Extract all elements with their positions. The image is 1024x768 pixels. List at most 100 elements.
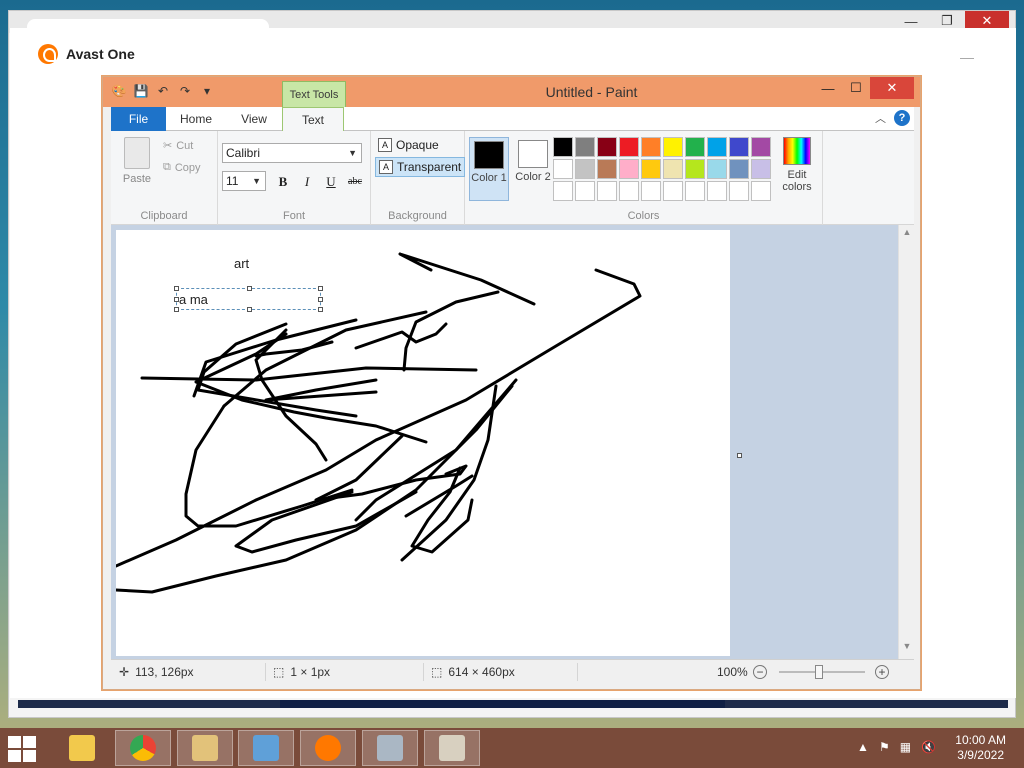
- taskbar-file-explorer[interactable]: [54, 730, 110, 766]
- show-hidden-icons-icon[interactable]: ▲: [857, 740, 869, 754]
- taskbar-paint[interactable]: [424, 730, 480, 766]
- underline-button[interactable]: U: [322, 173, 340, 191]
- color-2-swatch: [518, 140, 548, 168]
- palette-color-swatch[interactable]: [685, 181, 705, 201]
- resize-handle[interactable]: [174, 307, 179, 312]
- paint-window-title: Untitled - Paint: [545, 84, 638, 100]
- system-clock[interactable]: 10:00 AM 3/9/2022: [955, 733, 1006, 763]
- palette-color-swatch[interactable]: [707, 137, 727, 157]
- action-center-flag-icon[interactable]: ⚑: [879, 740, 890, 754]
- palette-color-swatch[interactable]: [663, 159, 683, 179]
- font-group: Calibri ▼ 11 ▼ B I U abc Font: [218, 131, 371, 225]
- hxd-icon: [192, 735, 218, 761]
- avast-minimize-icon[interactable]: [960, 58, 974, 59]
- palette-color-swatch[interactable]: [685, 159, 705, 179]
- help-icon[interactable]: ?: [894, 110, 910, 126]
- resize-handle[interactable]: [318, 286, 323, 291]
- palette-color-swatch[interactable]: [619, 137, 639, 157]
- vertical-scrollbar[interactable]: ▲ ▼: [898, 225, 914, 659]
- text-input-box[interactable]: a ma: [174, 286, 323, 312]
- resize-handle[interactable]: [318, 307, 323, 312]
- scroll-up-icon[interactable]: ▲: [899, 227, 914, 243]
- taskbar-hxd[interactable]: [177, 730, 233, 766]
- close-icon[interactable]: ✕: [870, 77, 914, 99]
- zoom-in-icon[interactable]: +: [875, 665, 889, 679]
- transparent-button[interactable]: A Transparent: [375, 157, 466, 177]
- copy-button[interactable]: ⧉ Copy: [163, 161, 201, 174]
- palette-color-swatch[interactable]: [641, 159, 661, 179]
- resize-handle[interactable]: [174, 286, 179, 291]
- palette-color-swatch[interactable]: [707, 159, 727, 179]
- windows-logo-icon: [23, 736, 36, 748]
- paste-button[interactable]: Paste: [119, 137, 155, 185]
- palette-color-swatch[interactable]: [575, 137, 595, 157]
- palette-color-swatch[interactable]: [751, 159, 771, 179]
- palette-color-swatch[interactable]: [707, 181, 727, 201]
- scroll-down-icon[interactable]: ▼: [899, 641, 914, 657]
- taskbar-performance-monitor[interactable]: [362, 730, 418, 766]
- palette-color-swatch[interactable]: [553, 159, 573, 179]
- transparent-icon: A: [379, 160, 393, 174]
- palette-color-swatch[interactable]: [553, 181, 573, 201]
- palette-color-swatch[interactable]: [597, 137, 617, 157]
- tab-text[interactable]: Text: [282, 107, 344, 132]
- canvas-resize-handle[interactable]: [737, 453, 742, 458]
- palette-color-swatch[interactable]: [553, 137, 573, 157]
- windows-logo-icon: [8, 736, 21, 748]
- palette-color-swatch[interactable]: [575, 159, 595, 179]
- resize-handle[interactable]: [174, 297, 179, 302]
- color-2-button[interactable]: Color 2: [513, 137, 553, 183]
- palette-color-swatch[interactable]: [729, 181, 749, 201]
- opaque-button[interactable]: A Opaque: [375, 135, 442, 155]
- palette-color-swatch[interactable]: [597, 181, 617, 201]
- taskbar-chrome[interactable]: [115, 730, 171, 766]
- avast-icon: [315, 735, 341, 761]
- palette-color-swatch[interactable]: [685, 137, 705, 157]
- start-button[interactable]: [8, 736, 38, 762]
- maximize-icon[interactable]: ☐: [842, 77, 870, 99]
- tab-file[interactable]: File: [111, 107, 166, 131]
- edit-colors-button[interactable]: Edit colors: [777, 137, 817, 193]
- font-size-select[interactable]: 11 ▼: [222, 171, 266, 191]
- tab-view[interactable]: View: [226, 107, 282, 131]
- palette-color-swatch[interactable]: [663, 181, 683, 201]
- italic-button[interactable]: I: [298, 173, 316, 191]
- palette-color-swatch[interactable]: [729, 137, 749, 157]
- palette-color-swatch[interactable]: [641, 181, 661, 201]
- palette-color-swatch[interactable]: [663, 137, 683, 157]
- palette-color-swatch[interactable]: [751, 181, 771, 201]
- divider: [265, 663, 266, 681]
- resize-handle[interactable]: [247, 307, 252, 312]
- palette-color-swatch[interactable]: [641, 137, 661, 157]
- volume-muted-icon[interactable]: 🔇: [921, 740, 936, 754]
- palette-color-swatch[interactable]: [619, 159, 639, 179]
- resize-handle[interactable]: [247, 286, 252, 291]
- palette-color-swatch[interactable]: [729, 159, 749, 179]
- zoom-out-icon[interactable]: −: [753, 665, 767, 679]
- palette-color-swatch[interactable]: [751, 137, 771, 157]
- tab-home[interactable]: Home: [166, 107, 226, 131]
- palette-color-swatch[interactable]: [597, 159, 617, 179]
- color-1-button[interactable]: Color 1: [469, 137, 509, 201]
- opaque-label: Opaque: [396, 138, 439, 152]
- font-family-select[interactable]: Calibri ▼: [222, 143, 362, 163]
- palette-color-swatch[interactable]: [619, 181, 639, 201]
- cut-button[interactable]: ✂ Cut: [163, 139, 193, 153]
- collapse-ribbon-icon[interactable]: ︿: [875, 110, 886, 126]
- strikethrough-button[interactable]: abc: [346, 173, 364, 191]
- resize-handle[interactable]: [318, 297, 323, 302]
- font-group-label: Font: [282, 210, 305, 222]
- background-group-label: Background: [388, 210, 447, 222]
- selection-icon: ⬚: [273, 665, 285, 679]
- network-icon[interactable]: ▦: [900, 740, 911, 754]
- palette-color-swatch[interactable]: [575, 181, 595, 201]
- avast-title: Avast One: [66, 46, 135, 62]
- taskbar-avast[interactable]: [300, 730, 356, 766]
- taskbar-control-panel[interactable]: [238, 730, 294, 766]
- drawing-canvas[interactable]: art a ma: [116, 230, 730, 656]
- minimize-icon[interactable]: —: [814, 77, 842, 99]
- bold-button[interactable]: B: [274, 173, 292, 191]
- zoom-slider-thumb[interactable]: [815, 665, 823, 679]
- paint-titlebar: 🎨 💾 ↶ ↷ ▾ Text Tools Untitled - Paint — …: [103, 77, 920, 107]
- bottom-strip: [18, 700, 1008, 708]
